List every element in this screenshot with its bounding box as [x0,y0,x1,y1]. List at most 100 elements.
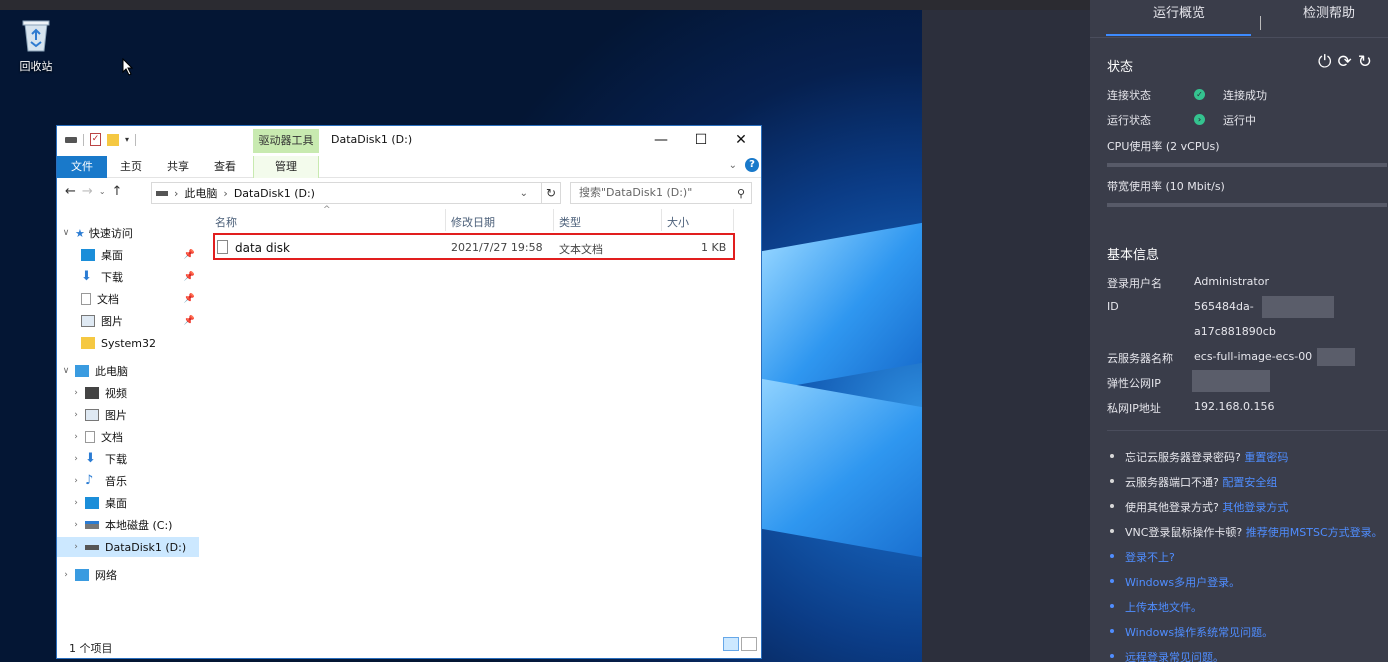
collapse-arrow-icon[interactable]: › [57,570,75,580]
customize-toolbar-icon[interactable]: ▾ [125,135,129,144]
nav-music[interactable]: › ♪ 音乐 [67,471,199,491]
details-view-button[interactable] [723,637,739,651]
pin-icon[interactable]: 📌 [184,250,195,260]
back-icon[interactable]: ← [65,184,76,199]
close-button[interactable]: ✕ [721,126,761,154]
breadcrumb-datadisk[interactable]: DataDisk1 (D:) [234,187,315,200]
up-icon[interactable]: ↑ [112,184,123,199]
refresh-button[interactable]: ↻ [541,182,561,204]
nav-documents[interactable]: 文档 📌 [81,289,199,309]
nav-downloads-pc[interactable]: › ⬇ 下载 [67,449,199,469]
window-titlebar[interactable]: ✓ ▾ 驱动器工具 DataDisk1 (D:) — ☐ ✕ [57,126,761,156]
nav-datadisk[interactable]: › DataDisk1 (D:) [57,537,199,557]
pin-icon[interactable]: 📌 [184,294,195,304]
faq-link[interactable]: 远程登录常见问题。 [1125,649,1224,662]
pin-icon[interactable]: 📌 [184,272,195,282]
tab-file[interactable]: 文件 [57,156,107,178]
nav-pictures[interactable]: 图片 📌 [81,311,199,331]
security-group-link[interactable]: 配置安全组 [1222,476,1277,489]
collapse-arrow-icon[interactable]: › [67,432,85,442]
nav-desktop[interactable]: 桌面 📌 [81,245,199,265]
mstsc-link[interactable]: 推荐使用MSTSC方式登录。 [1246,526,1383,539]
nav-label: 快速访问 [88,227,133,240]
address-bar[interactable]: › 此电脑 › DataDisk1 (D:) ⌄ [151,182,561,204]
redaction-mask [1192,370,1270,392]
large-icons-view-button[interactable] [741,637,757,651]
breadcrumb-this-pc[interactable]: 此电脑 [184,185,217,201]
tab-view[interactable]: 查看 [201,156,249,178]
nav-system32[interactable]: System32 [81,333,199,353]
expand-ribbon-icon[interactable]: ⌄ [729,160,737,171]
help-text: VNC登录鼠标操作卡顿? [1125,526,1243,539]
expand-arrow-icon[interactable]: ∨ [57,228,75,238]
properties-icon[interactable]: ✓ [90,133,101,146]
file-explorer-window[interactable]: ✓ ▾ 驱动器工具 DataDisk1 (D:) — ☐ ✕ 文件 主页 共享 … [56,125,762,659]
column-name[interactable]: 名称 [215,214,237,230]
column-type[interactable]: 类型 [559,214,581,230]
video-icon [85,387,99,399]
tab-share[interactable]: 共享 [155,156,201,178]
refresh-icon[interactable]: ↻ [1358,52,1372,72]
new-folder-icon[interactable] [107,133,119,146]
drive-icon [156,190,168,196]
search-icon[interactable]: ⚲ [737,184,745,204]
nav-downloads[interactable]: ⬇ 下载 📌 [81,267,199,287]
private-ip-label: 私网IP地址 [1107,402,1161,415]
connection-status-row: 连接状态 ✓ 连接成功 [1107,87,1387,105]
column-separator[interactable] [661,209,662,231]
other-login-link[interactable]: 其他登录方式 [1222,501,1288,514]
recycle-bin-shortcut[interactable]: 回收站 [14,18,58,74]
minimize-button[interactable]: — [641,126,681,154]
eip-label: 弹性公网IP [1107,377,1161,390]
collapse-arrow-icon[interactable]: › [67,410,85,420]
nav-network[interactable]: › 网络 [57,565,199,585]
expand-arrow-icon[interactable]: ∨ [57,366,75,376]
forward-icon[interactable]: → [82,184,93,199]
collapse-arrow-icon[interactable]: › [67,498,85,508]
nav-local-disk[interactable]: › 本地磁盘 (C:) [67,515,199,535]
collapse-arrow-icon[interactable]: › [67,476,85,486]
tab-manage[interactable]: 管理 [253,156,319,178]
nav-this-pc[interactable]: ∨ 此电脑 [57,361,199,381]
column-separator[interactable] [553,209,554,231]
collapse-arrow-icon[interactable]: › [67,454,85,464]
breadcrumb-chevron-icon[interactable]: › [223,187,227,200]
username-label: 登录用户名 [1107,277,1162,290]
column-separator[interactable] [445,209,446,231]
recent-locations-icon[interactable]: ⌄ [99,187,106,196]
pin-icon[interactable]: 📌 [184,316,195,326]
column-modified[interactable]: 修改日期 [451,214,495,230]
nav-documents-pc[interactable]: › 文档 [67,427,199,447]
tab-overview[interactable]: 运行概览 [1153,2,1205,21]
nav-desktop-pc[interactable]: › 桌面 [67,493,199,513]
private-ip-row: 私网IP地址 192.168.0.156 [1107,400,1387,418]
column-size[interactable]: 大小 [667,214,689,230]
faq-link[interactable]: Windows多用户登录。 [1125,574,1240,590]
help-icon[interactable]: ? [745,158,759,172]
power-icon[interactable]: ⏻ [1318,52,1331,72]
tab-help[interactable]: 检测帮助 [1303,2,1355,21]
maximize-button[interactable]: ☐ [681,126,721,154]
faq-link[interactable]: Windows操作系统常见问题。 [1125,624,1273,640]
running-status-value: 运行中 [1223,114,1256,127]
navigation-pane: ∨ ★ 快速访问 桌面 📌 ⬇ 下载 📌 文档 📌 图片 📌 System32 ∨ 此电脑 › 视… [57,209,201,629]
column-separator[interactable] [733,209,734,231]
running-icon: › [1194,114,1205,125]
address-dropdown-icon[interactable]: ⌄ [520,188,528,199]
search-input[interactable]: 搜索"DataDisk1 (D:)" ⚲ [570,182,752,204]
faq-link[interactable]: 上传本地文件。 [1125,599,1202,615]
collapse-arrow-icon[interactable]: › [67,542,85,552]
nav-quick-access[interactable]: ∨ ★ 快速访问 [57,223,199,243]
breadcrumb-chevron-icon[interactable]: › [174,187,178,200]
faq-link[interactable]: 登录不上? [1125,549,1175,565]
nav-videos[interactable]: › 视频 [67,383,199,403]
sync-icon[interactable]: ⟳ [1337,52,1351,72]
nav-pictures-pc[interactable]: › 图片 [67,405,199,425]
reset-password-link[interactable]: 重置密码 [1244,451,1288,464]
collapse-arrow-icon[interactable]: › [67,520,85,530]
collapse-arrow-icon[interactable]: › [67,388,85,398]
nav-label: 音乐 [105,475,127,488]
tab-home[interactable]: 主页 [107,156,155,178]
connection-status-value: 连接成功 [1223,89,1267,102]
file-list[interactable]: ^ 名称 修改日期 类型 大小 data disk 2021/7/27 19:5… [205,205,761,629]
